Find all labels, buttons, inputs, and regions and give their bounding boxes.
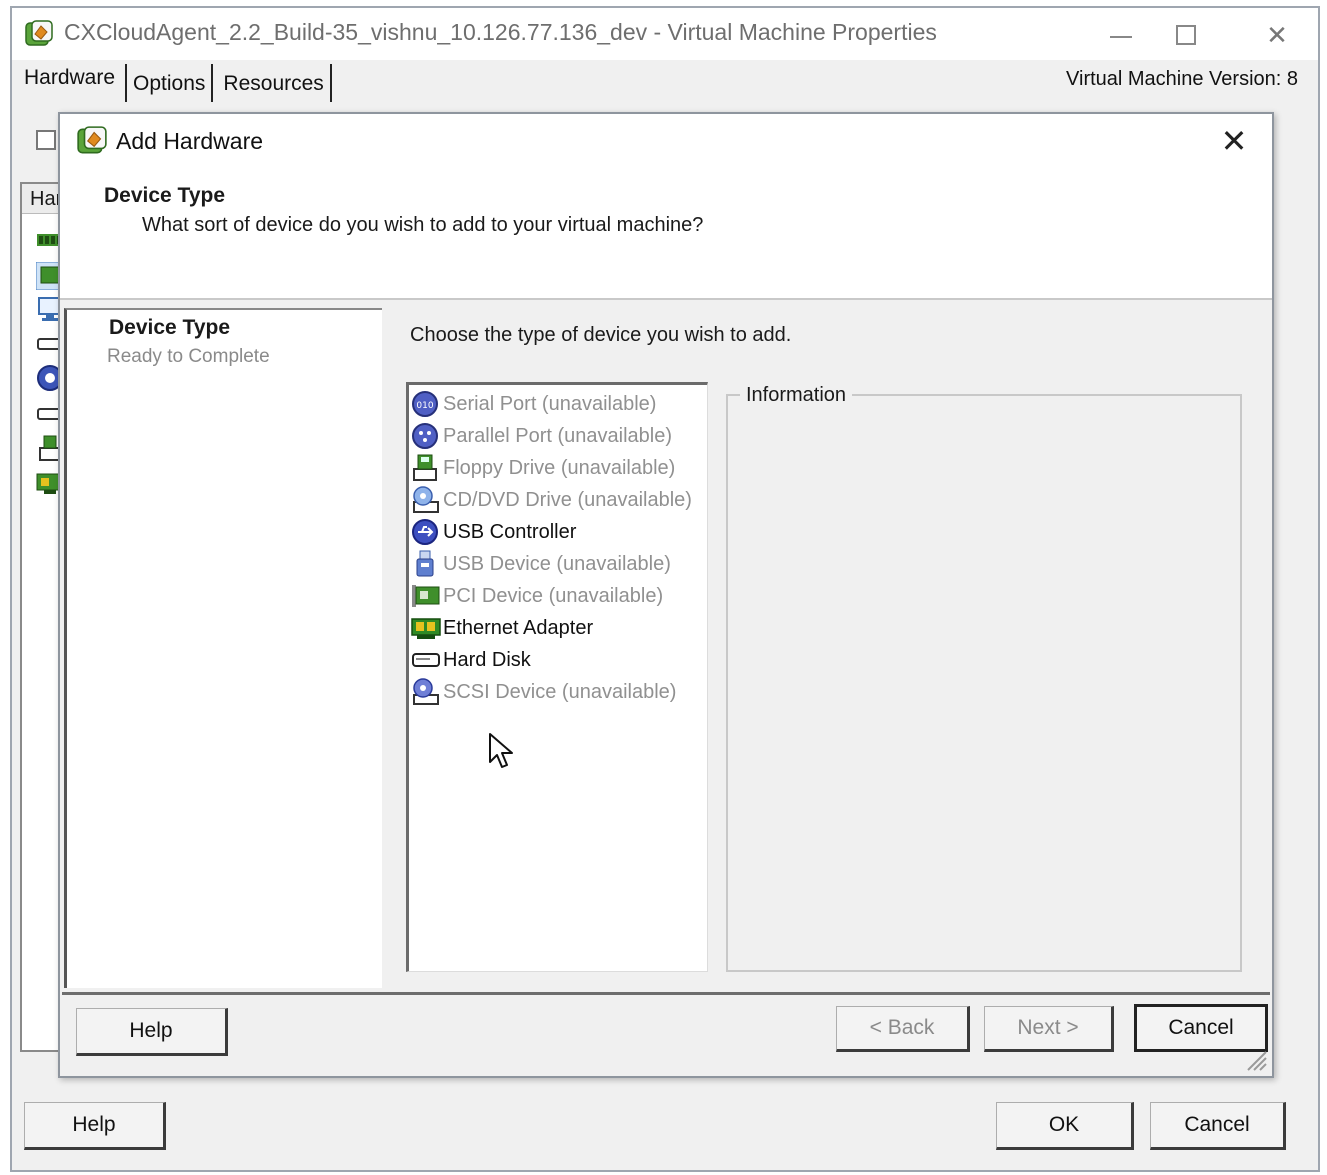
list-item-scsi-device[interactable]: SCSI Device (unavailable): [411, 677, 676, 707]
parallel-port-icon: [412, 423, 438, 449]
device-label: USB Device (unavailable): [443, 552, 671, 575]
window-ok-button[interactable]: OK: [996, 1102, 1134, 1150]
tab-resources[interactable]: Resources: [217, 64, 332, 102]
window-close-button[interactable]: ✕: [1248, 14, 1306, 56]
tab-options[interactable]: Options: [125, 64, 214, 102]
information-label: Information: [740, 384, 853, 407]
device-label: Parallel Port (unavailable): [443, 424, 673, 447]
scsi-device-icon: [413, 678, 439, 705]
page-subheading: What sort of device do you wish to add t…: [142, 214, 704, 236]
cd-dvd-drive-icon: [413, 486, 439, 513]
dialog-close-button[interactable]: ✕: [1214, 122, 1254, 162]
resize-grip-icon[interactable]: [1242, 1046, 1268, 1072]
next-button[interactable]: Next >: [984, 1006, 1114, 1052]
svg-text:010: 010: [416, 401, 433, 411]
close-icon: ✕: [1266, 19, 1288, 50]
window-titlebar[interactable]: CXCloudAgent_2.2_Build-35_vishnu_10.126.…: [12, 8, 1318, 60]
usb-controller-icon: [412, 519, 438, 545]
pci-device-icon: [412, 585, 440, 607]
dialog-cancel-button[interactable]: Cancel: [1134, 1004, 1268, 1052]
page-heading: Device Type: [104, 184, 226, 207]
ethernet-adapter-icon: [411, 618, 441, 639]
vm-app-icon: [25, 20, 53, 46]
serial-port-icon: 010: [412, 391, 438, 417]
window-help-button[interactable]: Help: [24, 1102, 166, 1150]
minimize-button[interactable]: [1092, 14, 1150, 56]
device-label: SCSI Device (unavailable): [443, 680, 677, 703]
list-item-ethernet-adapter[interactable]: Ethernet Adapter: [411, 613, 593, 643]
dialog-footer-divider: [62, 992, 1270, 995]
back-button[interactable]: < Back: [836, 1006, 970, 1052]
device-label: CD/DVD Drive (unavailable): [443, 488, 692, 511]
hard-disk-icon: [412, 653, 440, 667]
maximize-button[interactable]: [1157, 14, 1215, 56]
device-label: USB Controller: [443, 520, 577, 543]
list-item-parallel-port[interactable]: Parallel Port (unavailable): [411, 421, 672, 451]
list-item-pci-device[interactable]: PCI Device (unavailable): [411, 581, 663, 611]
list-item-usb-controller[interactable]: USB Controller: [411, 517, 576, 547]
device-label: PCI Device (unavailable): [443, 584, 664, 607]
dialog-title: Add Hardware: [116, 128, 264, 154]
step-device-type: Device Type: [109, 316, 231, 339]
list-item-serial-port[interactable]: 010 Serial Port (unavailable): [411, 389, 656, 419]
device-type-list[interactable]: 010 Serial Port (unavailable) Parallel P…: [406, 382, 708, 972]
add-hardware-icon: [77, 126, 107, 154]
list-item-hard-disk[interactable]: Hard Disk: [411, 645, 531, 675]
floppy-drive-icon: [413, 454, 437, 481]
vm-version-label: Virtual Machine Version: 8: [1066, 68, 1298, 90]
maximize-icon: [1176, 25, 1196, 45]
step-ready-to-complete: Ready to Complete: [107, 346, 270, 367]
list-item-floppy-drive[interactable]: Floppy Drive (unavailable): [411, 453, 675, 483]
dialog-help-button[interactable]: Help: [76, 1008, 228, 1056]
window-cancel-button[interactable]: Cancel: [1150, 1102, 1286, 1150]
window-title: CXCloudAgent_2.2_Build-35_vishnu_10.126.…: [64, 19, 937, 45]
add-hardware-dialog: Add Hardware ✕ Device Type What sort of …: [58, 112, 1274, 1078]
usb-device-icon: [416, 550, 434, 577]
wizard-steps-panel: Device Type Ready to Complete: [64, 308, 382, 988]
minimize-icon: [1110, 36, 1132, 38]
tab-hardware[interactable]: Hardware: [18, 64, 122, 102]
properties-tabs: Hardware Options Resources: [18, 64, 332, 104]
device-label: Hard Disk: [443, 648, 531, 671]
list-item-cd-dvd-drive[interactable]: CD/DVD Drive (unavailable): [411, 485, 692, 515]
show-all-devices-checkbox[interactable]: [36, 130, 56, 150]
information-panel: Information: [726, 384, 1242, 972]
device-label: Serial Port (unavailable): [443, 392, 657, 415]
instruction-text: Choose the type of device you wish to ad…: [410, 324, 792, 346]
list-item-usb-device[interactable]: USB Device (unavailable): [411, 549, 671, 579]
mouse-cursor-icon: [489, 733, 513, 768]
close-icon: ✕: [1220, 123, 1248, 159]
dialog-header: Add Hardware ✕ Device Type What sort of …: [60, 114, 1272, 300]
device-label: Ethernet Adapter: [443, 616, 594, 639]
device-label: Floppy Drive (unavailable): [443, 456, 676, 479]
